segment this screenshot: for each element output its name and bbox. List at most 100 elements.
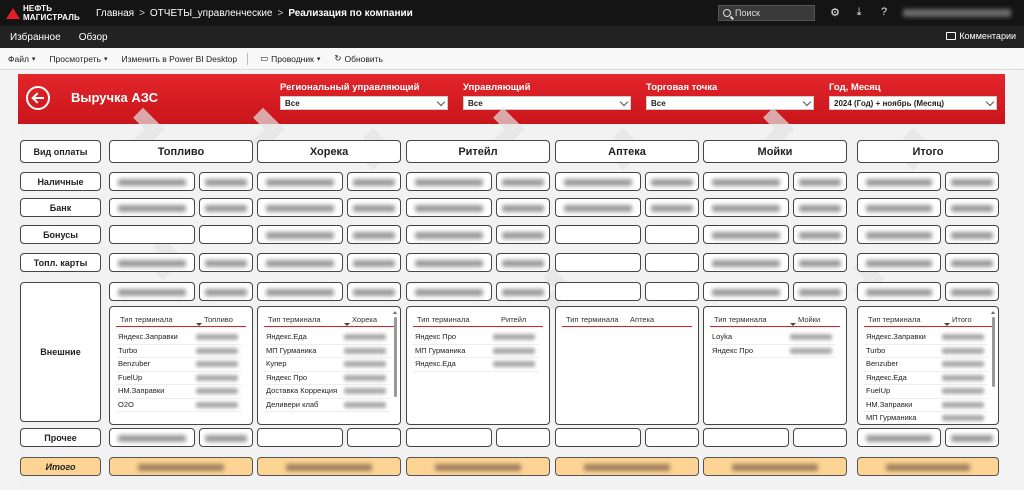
value-cell[interactable] (406, 172, 492, 191)
sort-descending-icon[interactable] (944, 323, 950, 326)
value-cell[interactable] (645, 428, 699, 447)
value-cell[interactable] (793, 198, 847, 217)
scrollbar-thumb[interactable] (394, 317, 397, 397)
terminal-table[interactable]: Тип терминала Ритейл Яндекс Про МП Гурманик… (406, 306, 550, 425)
terminal-table[interactable]: Тип терминала Итого Яндекс.Заправки Turbo Be… (857, 306, 999, 425)
value-cell[interactable] (645, 198, 699, 217)
value-cell[interactable] (645, 172, 699, 191)
vertical-scrollbar[interactable] (991, 311, 996, 420)
value-cell[interactable] (199, 225, 253, 244)
col-header-value[interactable]: Хорека (352, 315, 377, 324)
total-value-cell[interactable] (406, 457, 550, 476)
value-cell[interactable] (199, 282, 253, 301)
value-cell[interactable] (857, 172, 941, 191)
slicer-dropdown[interactable]: Все (646, 96, 814, 110)
value-cell[interactable] (347, 253, 401, 272)
value-cell[interactable] (793, 253, 847, 272)
view-menu[interactable]: Просмотреть ▾ (49, 54, 107, 64)
sort-descending-icon[interactable] (196, 323, 202, 326)
value-cell[interactable] (347, 172, 401, 191)
col-header-value[interactable]: Мойки (798, 315, 820, 324)
value-cell[interactable] (257, 428, 343, 447)
total-value-cell[interactable] (257, 457, 401, 476)
col-header-value[interactable]: Итого (952, 315, 972, 324)
value-cell[interactable] (406, 282, 492, 301)
value-cell[interactable] (555, 198, 641, 217)
user-account[interactable] (903, 9, 1011, 17)
help-icon[interactable]: ? (877, 6, 891, 18)
value-cell[interactable] (945, 225, 999, 244)
total-value-cell[interactable] (857, 457, 999, 476)
search-input[interactable]: Поиск (718, 5, 815, 21)
file-menu[interactable]: Файл ▾ (8, 54, 35, 64)
scroll-up-icon[interactable] (393, 311, 397, 314)
value-cell[interactable] (257, 172, 343, 191)
value-cell[interactable] (945, 428, 999, 447)
terminal-table[interactable]: Тип терминала Мойки Loyka Яндекс Про (703, 306, 847, 425)
explorer-menu[interactable]: ▭ Проводник ▾ (260, 53, 320, 64)
value-cell[interactable] (257, 225, 343, 244)
value-cell[interactable] (793, 225, 847, 244)
terminal-table[interactable]: Тип терминала Аптека (555, 306, 699, 425)
col-header-terminal-type[interactable]: Тип терминала (868, 315, 921, 324)
back-arrow-icon[interactable] (26, 86, 50, 110)
slicer-dropdown[interactable]: Все (463, 96, 631, 110)
value-cell[interactable] (257, 282, 343, 301)
value-cell[interactable] (496, 198, 550, 217)
value-cell[interactable] (496, 172, 550, 191)
nav-overview[interactable]: Обзор (79, 32, 108, 43)
terminal-table[interactable]: Тип терминала Хорека Яндекс.Еда МП Гурманик… (257, 306, 401, 425)
value-cell[interactable] (645, 225, 699, 244)
value-cell[interactable] (199, 198, 253, 217)
value-cell[interactable] (109, 225, 195, 244)
breadcrumb-reports[interactable]: ОТЧЕТЫ_управленческие (150, 8, 273, 19)
value-cell[interactable] (857, 198, 941, 217)
value-cell[interactable] (496, 253, 550, 272)
col-header-value[interactable]: Топливо (204, 315, 233, 324)
value-cell[interactable] (945, 198, 999, 217)
nav-favorites[interactable]: Избранное (10, 32, 61, 43)
value-cell[interactable] (703, 172, 789, 191)
slicer-dropdown[interactable]: 2024 (Год) + ноябрь (Месяц) (829, 96, 997, 110)
col-header-terminal-type[interactable]: Тип терминала (120, 315, 173, 324)
col-header-value[interactable]: Ритейл (501, 315, 526, 324)
total-value-cell[interactable] (703, 457, 847, 476)
value-cell[interactable] (703, 198, 789, 217)
value-cell[interactable] (645, 282, 699, 301)
value-cell[interactable] (793, 428, 847, 447)
value-cell[interactable] (645, 253, 699, 272)
col-header-terminal-type[interactable]: Тип терминала (268, 315, 321, 324)
scrollbar-thumb[interactable] (992, 317, 995, 387)
refresh-button[interactable]: ↻ Обновить (334, 53, 383, 64)
value-cell[interactable] (347, 428, 401, 447)
scroll-up-icon[interactable] (991, 311, 995, 314)
value-cell[interactable] (109, 172, 195, 191)
value-cell[interactable] (199, 428, 253, 447)
vertical-scrollbar[interactable] (393, 311, 398, 420)
value-cell[interactable] (703, 225, 789, 244)
sort-descending-icon[interactable] (790, 323, 796, 326)
value-cell[interactable] (406, 198, 492, 217)
value-cell[interactable] (857, 428, 941, 447)
value-cell[interactable] (555, 428, 641, 447)
breadcrumb-home[interactable]: Главная (96, 8, 134, 19)
value-cell[interactable] (347, 225, 401, 244)
value-cell[interactable] (496, 225, 550, 244)
slicer-dropdown[interactable]: Все (280, 96, 448, 110)
sort-descending-icon[interactable] (344, 323, 350, 326)
value-cell[interactable] (857, 253, 941, 272)
value-cell[interactable] (406, 253, 492, 272)
terminal-table[interactable]: Тип терминала Топливо Яндекс.Заправки Turbo… (109, 306, 253, 425)
value-cell[interactable] (703, 428, 789, 447)
col-header-value[interactable]: Аптека (630, 315, 654, 324)
value-cell[interactable] (555, 253, 641, 272)
gear-icon[interactable]: ⚙ (828, 6, 842, 19)
col-header-terminal-type[interactable]: Тип терминала (566, 315, 619, 324)
value-cell[interactable] (703, 282, 789, 301)
value-cell[interactable] (496, 282, 550, 301)
edit-in-pbi-button[interactable]: Изменить в Power BI Desktop (122, 54, 238, 64)
value-cell[interactable] (945, 282, 999, 301)
value-cell[interactable] (555, 172, 641, 191)
value-cell[interactable] (109, 253, 195, 272)
value-cell[interactable] (347, 198, 401, 217)
